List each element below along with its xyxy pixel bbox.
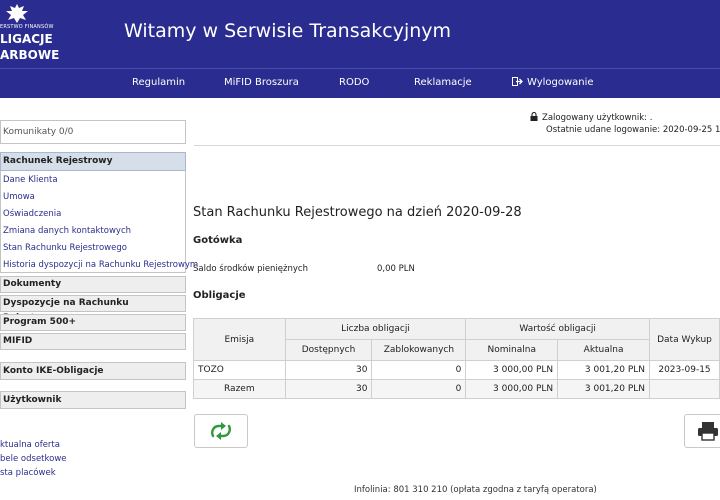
cell-aktualna: 3 001,20 PLN: [557, 379, 650, 399]
divider: [194, 145, 720, 146]
saldo-label: Saldo środków pieniężnych: [193, 264, 308, 274]
submenu-item-zmiana-danych[interactable]: Zmiana danych kontaktowych: [3, 226, 131, 236]
cell-emisja: TOZO: [193, 360, 286, 380]
sidebar-section-dokumenty[interactable]: Dokumenty: [0, 276, 186, 293]
sidebar-section-konto-ike[interactable]: Konto IKE-Obligacje: [0, 362, 186, 380]
top-nav: Regulamin MiFID Broszura RODO Reklamacje…: [0, 68, 720, 98]
logo-small-text: ERSTWO FINANSÓW: [0, 24, 54, 30]
sidebar-submenu: Dane Klienta Umowa Oświadczenia Zmiana d…: [0, 171, 198, 273]
sidebar: Komunikaty 0/0 Rachunek Rejestrowy Dane …: [0, 98, 198, 500]
col-header-emisja: Emisja: [193, 318, 286, 361]
nav-item-mifid-broszura[interactable]: MiFID Broszura: [224, 77, 299, 88]
col-header-zablokowanych: Zablokowanych: [371, 339, 467, 361]
table-row: TOZO 30 0 3 000,00 PLN 3 001,20 PLN 2023…: [193, 360, 720, 380]
col-header-data-wykupu: Data Wykup: [649, 318, 720, 361]
logo-line-2: ARBOWE: [0, 48, 60, 62]
link-aktualna-oferta[interactable]: ktualna oferta: [0, 440, 60, 450]
cell-emisja: Razem: [193, 379, 286, 399]
sidebar-section-dyspozycje[interactable]: Dyspozycje na Rachunku Rejestrowym: [0, 295, 186, 323]
col-group-liczba: Liczba obligacji: [284, 318, 467, 340]
logo[interactable]: ERSTWO FINANSÓW LIGACJE ARBOWE: [0, 0, 60, 68]
submenu-item-oswiadczenia[interactable]: Oświadczenia: [3, 209, 61, 219]
logo-line-1: LIGACJE: [0, 32, 53, 46]
refresh-icon: [211, 422, 231, 440]
logged-user-value: .: [649, 113, 653, 123]
sidebar-section-uzytkownik[interactable]: Użytkownik: [0, 391, 186, 409]
site-title: Witamy w Serwisie Transakcyjnym: [124, 20, 452, 42]
nav-item-reklamacje[interactable]: Reklamacje: [414, 77, 472, 88]
table-row-total: Razem 30 0 3 000,00 PLN 3 001,20 PLN: [193, 379, 720, 399]
page-title: Stan Rachunku Rejestrowego na dzień 2020…: [193, 205, 522, 220]
refresh-button[interactable]: [194, 414, 248, 448]
cell-dostepnych: 30: [284, 379, 373, 399]
sidebar-section-program-500[interactable]: Program 500+: [0, 314, 186, 331]
link-lista-placowek[interactable]: sta placówek: [0, 468, 56, 478]
submenu-item-historia-dyspozycji[interactable]: Historia dyspozycji na Rachunku Rejestro…: [3, 260, 198, 270]
cell-nominalna: 3 000,00 PLN: [465, 360, 559, 380]
cell-data-wykupu: 2023-09-15: [649, 360, 720, 380]
lock-icon: [530, 112, 538, 121]
col-header-nominalna: Nominalna: [465, 339, 559, 361]
print-button[interactable]: [684, 414, 720, 448]
logo-eagle-icon: [6, 4, 28, 23]
link-tabele-odsetkowe[interactable]: bele odsetkowe: [0, 454, 67, 464]
logout-link[interactable]: Wylogowanie: [512, 77, 594, 88]
footer-hotline: Infolinia: 801 310 210 (opłata zgodna z …: [354, 485, 597, 495]
col-group-wartosc: Wartość obligacji: [465, 318, 650, 340]
submenu-item-umowa[interactable]: Umowa: [3, 192, 35, 202]
print-icon: [698, 422, 718, 441]
cell-aktualna: 3 001,20 PLN: [557, 360, 650, 380]
cell-data-wykupu: [649, 379, 720, 399]
bonds-table: Emisja Liczba obligacji Wartość obligacj…: [193, 318, 720, 399]
submenu-item-dane-klienta[interactable]: Dane Klienta: [3, 175, 58, 185]
last-login-value: 2020-09-25 14:4: [662, 125, 720, 135]
sidebar-section-mifid[interactable]: MIFID: [0, 333, 186, 350]
nav-item-regulamin[interactable]: Regulamin: [132, 77, 185, 88]
cell-nominalna: 3 000,00 PLN: [465, 379, 559, 399]
submenu-item-stan-rachunku[interactable]: Stan Rachunku Rejestrowego: [3, 243, 127, 253]
logout-label: Wylogowanie: [527, 77, 594, 88]
saldo-value: 0,00 PLN: [377, 264, 415, 274]
col-header-dostepnych: Dostępnych: [284, 339, 373, 361]
cash-heading: Gotówka: [193, 235, 243, 246]
nav-item-rodo[interactable]: RODO: [339, 77, 369, 88]
last-login-label: Ostatnie udane logowanie:: [546, 125, 661, 135]
bonds-heading: Obligacje: [193, 290, 246, 301]
cell-zablokowanych: 0: [371, 360, 467, 380]
user-info: Zalogowany użytkownik: . Ostatnie udane …: [530, 112, 720, 135]
sidebar-section-rachunek-rejestrowy[interactable]: Rachunek Rejestrowy: [0, 152, 186, 171]
messages-box[interactable]: Komunikaty 0/0: [0, 120, 186, 144]
col-header-aktualna: Aktualna: [557, 339, 650, 361]
cell-dostepnych: 30: [284, 360, 373, 380]
logged-user-label: Zalogowany użytkownik:: [542, 113, 647, 123]
cell-zablokowanych: 0: [371, 379, 467, 399]
logout-icon: [512, 77, 523, 86]
header: ERSTWO FINANSÓW LIGACJE ARBOWE Witamy w …: [0, 0, 720, 68]
